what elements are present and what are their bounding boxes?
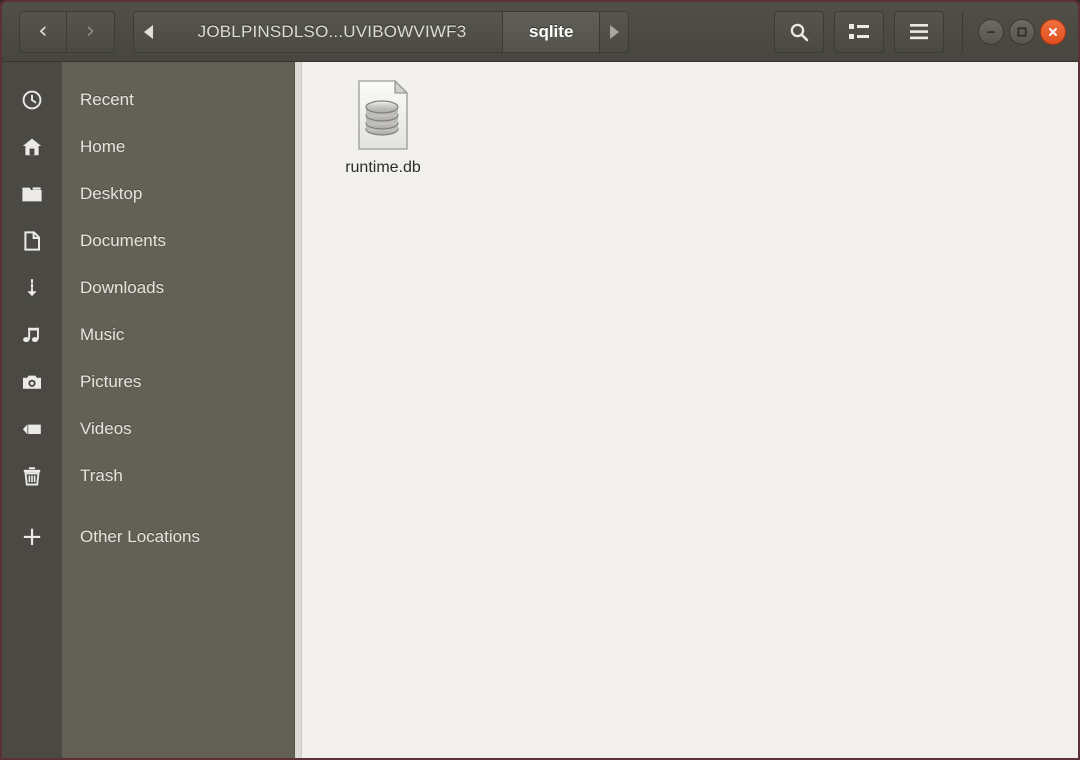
window-controls <box>973 18 1066 45</box>
sidebar-item-recent[interactable] <box>2 76 62 123</box>
list-view-icon <box>849 23 869 39</box>
view-options-button[interactable] <box>834 10 884 53</box>
sidebar-item-downloads[interactable]: Downloads <box>62 264 294 311</box>
plus-icon: + <box>21 521 43 552</box>
breadcrumb: JOBLPINSDLSO...UVIBOWVIWF3 sqlite <box>133 10 630 53</box>
sidebar-item-label: Music <box>80 324 125 344</box>
sidebar-item-pictures[interactable] <box>2 358 62 405</box>
chevron-right-icon: › <box>85 18 96 44</box>
rail-gap <box>2 499 62 513</box>
maximize-icon <box>1017 26 1027 37</box>
forward-button[interactable]: › <box>67 10 115 53</box>
breadcrumb-next-button[interactable] <box>600 11 629 52</box>
minimize-button[interactable] <box>978 18 1004 45</box>
sidebar-item-home[interactable]: Home <box>62 123 294 170</box>
sidebar-item-videos[interactable] <box>2 405 62 452</box>
breadcrumb-path-segment[interactable]: JOBLPINSDLSO...UVIBOWVIWF3 <box>162 12 502 52</box>
menu-button[interactable] <box>894 10 944 53</box>
sidebar-item-label: Videos <box>80 418 132 438</box>
sidebar-item-label: Pictures <box>80 371 142 391</box>
sidebar-item-label: Downloads <box>80 277 165 297</box>
sidebar-item-documents[interactable]: Documents <box>62 217 294 264</box>
download-arrow-icon <box>27 278 37 296</box>
sidebar-item-other-locations[interactable]: + <box>2 513 62 560</box>
close-button[interactable] <box>1040 18 1066 45</box>
sidebar-item-trash[interactable] <box>2 452 62 499</box>
hamburger-icon <box>910 23 928 39</box>
triangle-right-icon <box>609 24 619 39</box>
maximize-button[interactable] <box>1009 18 1035 45</box>
triangle-left-icon <box>143 24 153 39</box>
folder-icon <box>22 186 42 201</box>
file-item[interactable]: runtime.db <box>324 72 442 177</box>
sidebar-item-music[interactable]: Music <box>62 311 294 358</box>
database-file-icon <box>353 78 413 152</box>
sidebar-item-videos[interactable]: Videos <box>62 405 294 452</box>
sidebar-item-documents[interactable] <box>2 217 62 264</box>
sidebar-item-desktop[interactable] <box>2 170 62 217</box>
search-button[interactable] <box>774 10 824 53</box>
sidebar-item-trash[interactable]: Trash <box>62 452 294 499</box>
sidebar-item-home[interactable] <box>2 123 62 170</box>
sidebar-item-pictures[interactable]: Pictures <box>62 358 294 405</box>
sidebar-item-label: Other Locations <box>80 526 201 546</box>
music-note-icon <box>23 327 39 342</box>
file-grid[interactable]: runtime.db <box>302 62 1078 758</box>
minimize-icon <box>987 30 995 33</box>
file-name-label: runtime.db <box>345 159 421 176</box>
close-icon <box>1049 27 1057 36</box>
document-icon <box>24 230 40 251</box>
sidebar-icon-rail: + <box>2 62 62 758</box>
breadcrumb-prev-button[interactable] <box>134 11 162 52</box>
breadcrumb-current-segment[interactable]: sqlite <box>502 11 601 52</box>
vertical-scrollbar[interactable] <box>295 62 302 758</box>
content-area: runtime.db <box>295 62 1078 758</box>
navigation-buttons: ‹ › <box>19 10 115 53</box>
sidebar-item-music[interactable] <box>2 311 62 358</box>
sidebar-item-other-locations[interactable]: Other Locations <box>62 513 294 560</box>
sidebar-item-label: Desktop <box>80 183 143 203</box>
sidebar-item-label: Documents <box>80 230 166 250</box>
sidebar-item-downloads[interactable] <box>2 264 62 311</box>
sidebar: Recent Home Desktop Documents Downloads … <box>62 62 295 758</box>
header-separator <box>962 11 963 52</box>
trash-icon <box>23 466 41 486</box>
chevron-left-icon: ‹ <box>38 18 48 44</box>
sidebar-item-label: Trash <box>80 465 123 485</box>
search-icon <box>790 23 809 41</box>
video-camera-icon <box>22 423 41 434</box>
sidebar-item-recent[interactable]: Recent <box>62 76 294 123</box>
clock-icon <box>22 90 42 109</box>
window-body: + Recent Home Desktop Documents Download… <box>2 62 1078 758</box>
header-bar: ‹ › JOBLPINSDLSO...UVIBOWVIWF3 sqlite <box>2 2 1078 62</box>
sidebar-item-label: Recent <box>80 89 134 109</box>
back-button[interactable]: ‹ <box>19 10 67 53</box>
file-manager-window: ‹ › JOBLPINSDLSO...UVIBOWVIWF3 sqlite + … <box>0 0 1080 760</box>
sidebar-item-label: Home <box>80 136 126 156</box>
camera-icon <box>23 375 41 389</box>
home-icon <box>22 138 42 155</box>
sidebar-item-desktop[interactable]: Desktop <box>62 170 294 217</box>
